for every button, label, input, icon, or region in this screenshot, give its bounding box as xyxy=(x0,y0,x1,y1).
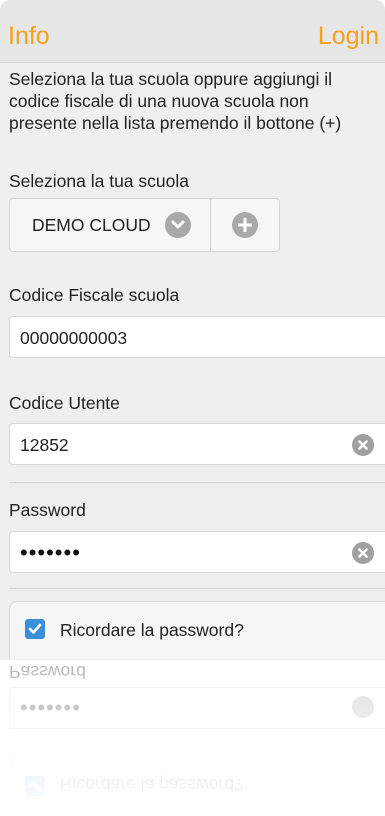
app-screen: Info Login Seleziona la tua scuola oppur… xyxy=(0,0,385,660)
fiscal-code-field[interactable]: 00000000003 xyxy=(9,316,385,358)
clear-user-code-icon[interactable] xyxy=(352,434,374,456)
plus-icon xyxy=(232,212,258,238)
password-field[interactable]: ••••••• xyxy=(9,531,385,573)
reflection-fade xyxy=(0,660,385,816)
fiscal-code-label: Codice Fiscale scuola xyxy=(9,285,180,305)
school-select-value: DEMO CLOUD xyxy=(32,214,151,235)
user-code-field[interactable]: 12852 xyxy=(9,423,385,465)
user-code-label: Codice Utente xyxy=(9,393,120,413)
fiscal-code-value: 00000000003 xyxy=(20,328,128,348)
info-button[interactable]: Info xyxy=(8,22,50,51)
clear-password-icon[interactable] xyxy=(352,542,374,564)
divider xyxy=(9,482,385,483)
remember-password-row[interactable]: Ricordare la password? xyxy=(9,601,385,659)
add-school-button[interactable] xyxy=(211,199,279,251)
chevron-down-icon xyxy=(164,212,191,238)
password-value: ••••••• xyxy=(20,540,81,565)
password-label: Password xyxy=(9,500,86,520)
user-code-value: 12852 xyxy=(20,435,69,455)
login-button[interactable]: Login xyxy=(318,22,379,51)
remember-password-label: Ricordare la password? xyxy=(60,620,244,640)
top-navbar: Info Login xyxy=(0,0,385,63)
intro-text: Seleziona la tua scuola oppure aggiungi … xyxy=(9,69,342,133)
school-select[interactable]: DEMO CLOUD xyxy=(10,199,211,251)
divider xyxy=(9,588,385,589)
school-select-group: DEMO CLOUD xyxy=(9,198,280,252)
school-label: Seleziona la tua scuola xyxy=(9,171,189,191)
remember-password-checkbox[interactable] xyxy=(25,619,45,639)
